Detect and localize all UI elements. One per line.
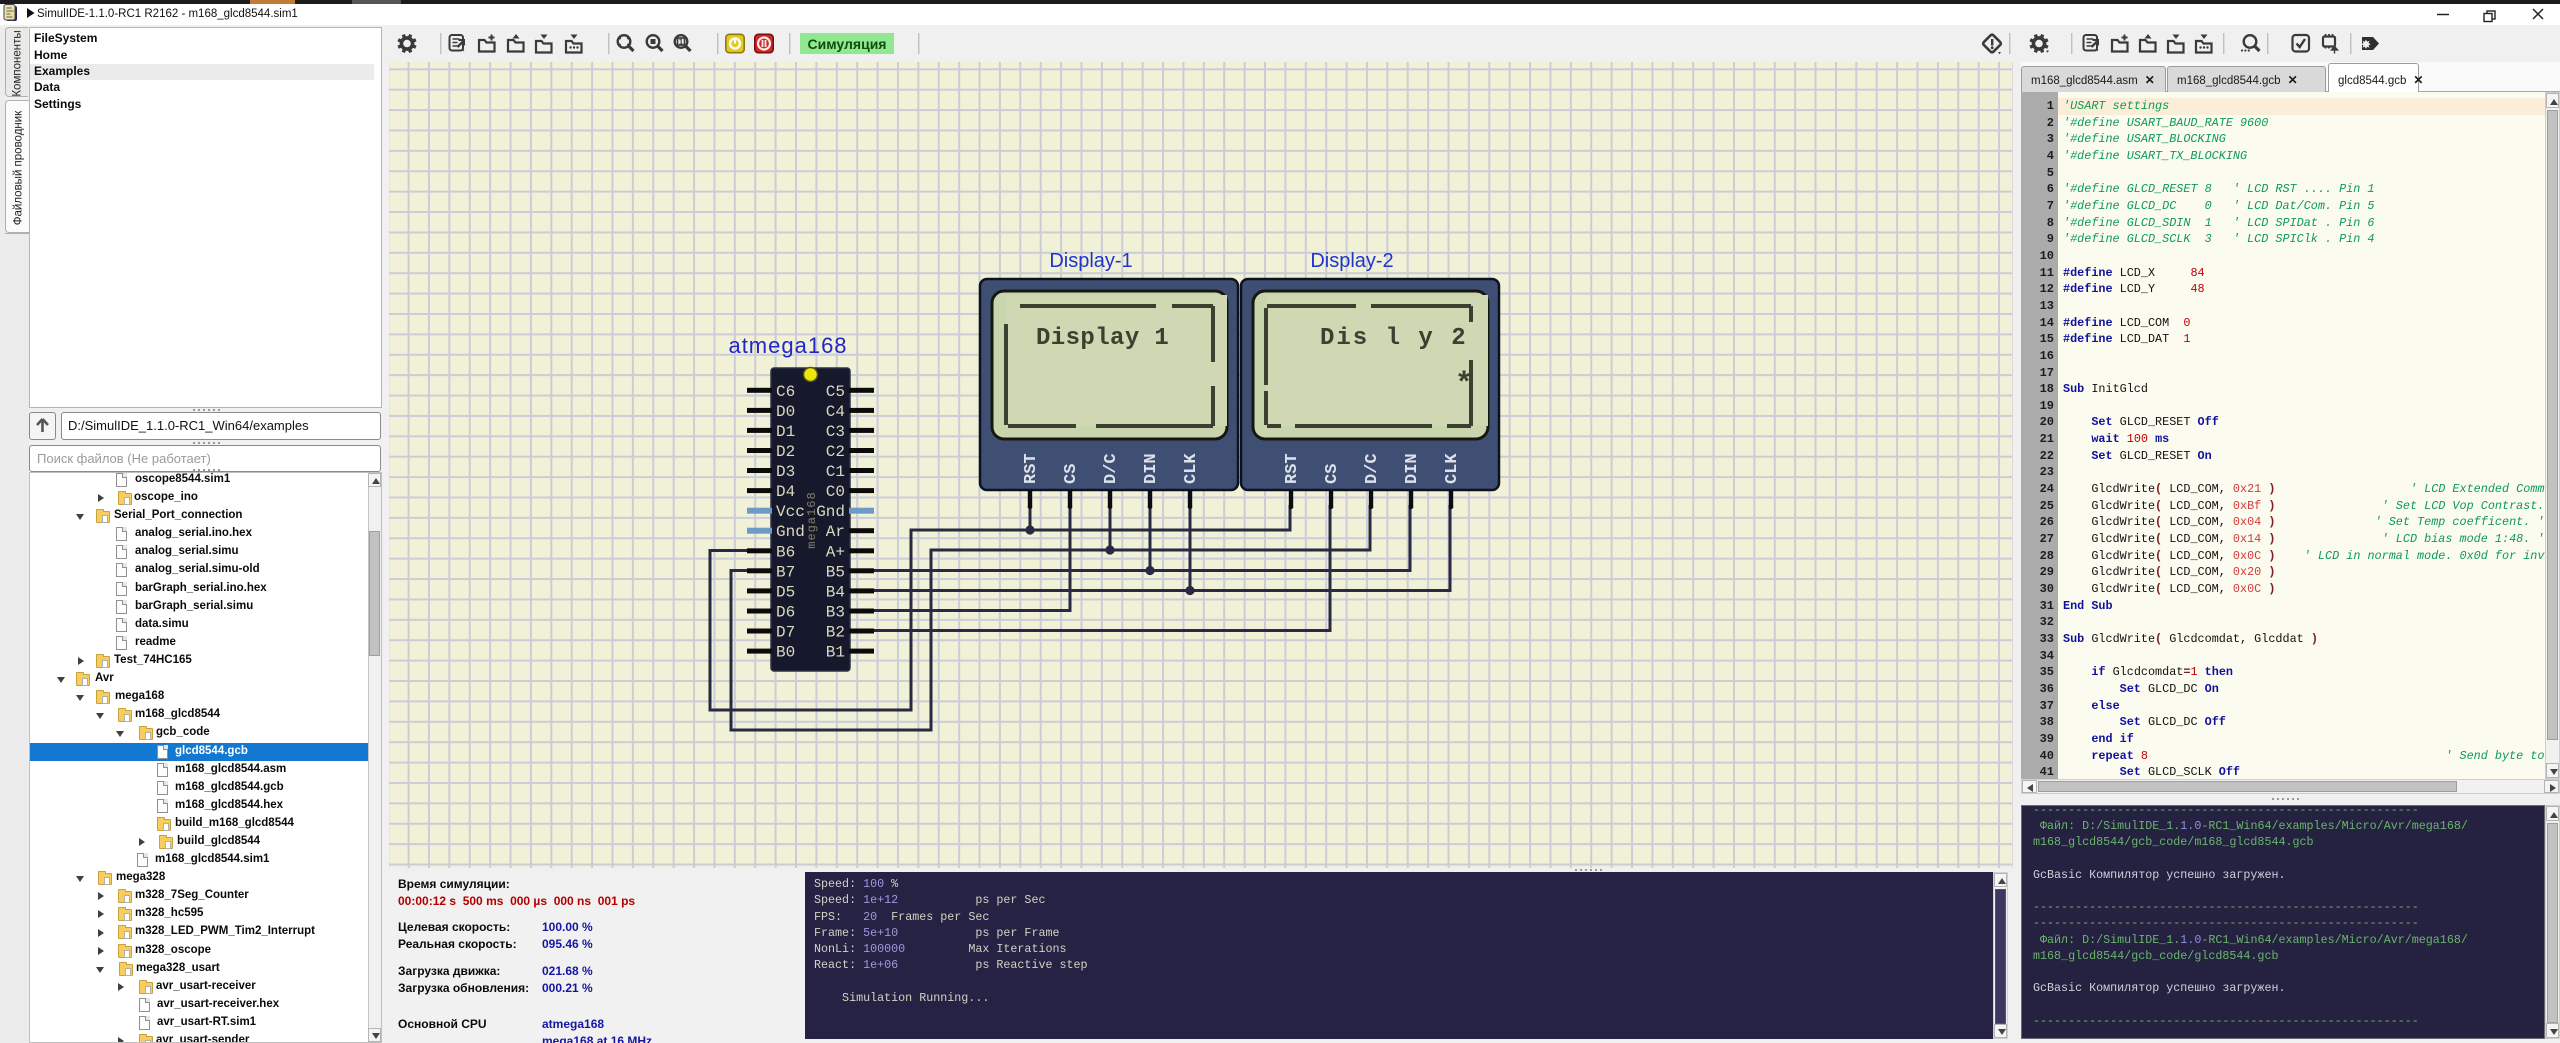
- svg-text:B7: B7: [776, 563, 795, 581]
- svg-text:Ar: Ar: [826, 523, 845, 541]
- svg-text:C6: C6: [776, 383, 795, 401]
- svg-text:Gnd: Gnd: [776, 523, 805, 541]
- svg-text:CS: CS: [1062, 464, 1081, 484]
- svg-text:Display 1: Display 1: [1036, 325, 1169, 352]
- svg-text:atmega168: atmega168: [728, 333, 847, 358]
- svg-text:D5: D5: [776, 583, 795, 601]
- svg-text:D/C: D/C: [1363, 453, 1382, 484]
- svg-text:D0: D0: [776, 403, 795, 421]
- svg-text:D7: D7: [776, 624, 795, 642]
- svg-text:Display-1: Display-1: [1049, 250, 1132, 272]
- svg-text:mega168: mega168: [805, 491, 819, 548]
- svg-text:C0: C0: [826, 483, 845, 501]
- svg-text:D2: D2: [776, 443, 795, 461]
- svg-text:CLK: CLK: [1182, 453, 1201, 484]
- svg-text:C4: C4: [826, 403, 845, 421]
- svg-text:Gnd: Gnd: [816, 503, 845, 521]
- svg-text:Vcc: Vcc: [776, 503, 805, 521]
- svg-text:D1: D1: [776, 423, 795, 441]
- svg-text:B0: B0: [776, 644, 795, 662]
- svg-text:B1: B1: [826, 644, 845, 662]
- svg-text:Dis l y 2: Dis l y 2: [1320, 325, 1468, 352]
- svg-text:B6: B6: [776, 543, 795, 561]
- svg-text:B2: B2: [826, 624, 845, 642]
- svg-text:A+: A+: [826, 543, 845, 561]
- svg-text:D/C: D/C: [1102, 453, 1121, 484]
- svg-text:C3: C3: [826, 423, 845, 441]
- svg-text:B3: B3: [826, 604, 845, 622]
- svg-text:Display-2: Display-2: [1310, 250, 1393, 272]
- svg-text:B4: B4: [826, 583, 845, 601]
- svg-text:C2: C2: [826, 443, 845, 461]
- svg-text:B5: B5: [826, 563, 845, 581]
- svg-text:CS: CS: [1323, 464, 1342, 484]
- svg-text:CLK: CLK: [1443, 453, 1462, 484]
- svg-text:DIN: DIN: [1142, 453, 1161, 484]
- svg-text:DIN: DIN: [1403, 453, 1422, 484]
- svg-text:D3: D3: [776, 463, 795, 481]
- svg-text:C5: C5: [826, 383, 845, 401]
- svg-text:D4: D4: [776, 483, 795, 501]
- svg-text:RST: RST: [1283, 453, 1302, 484]
- svg-text:D6: D6: [776, 604, 795, 622]
- svg-text:RST: RST: [1022, 453, 1041, 484]
- svg-text:*: *: [1455, 368, 1473, 402]
- svg-text:C1: C1: [826, 463, 845, 481]
